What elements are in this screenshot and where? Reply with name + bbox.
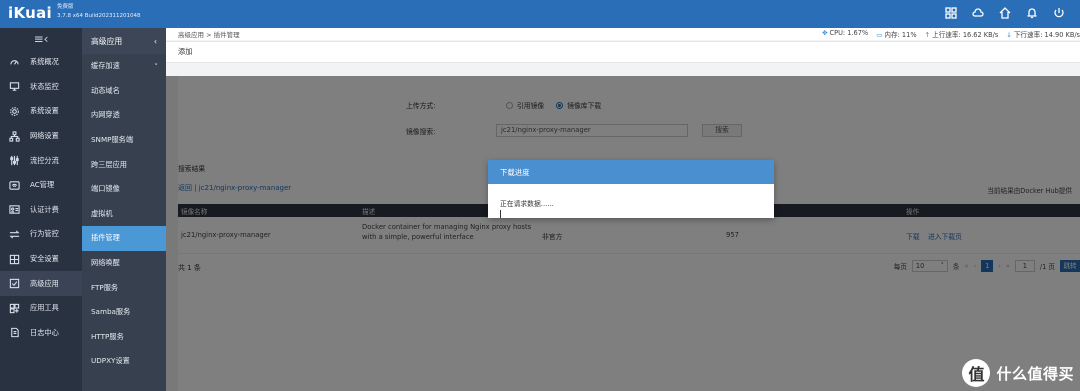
modal-overlay: [166, 76, 1080, 391]
subnav-item-7[interactable]: 插件管理: [82, 226, 166, 251]
watermark: 值 什么值得买: [962, 359, 1074, 387]
subnav-item-5[interactable]: 端口镜像: [82, 177, 166, 202]
sidebar-item-0[interactable]: 系统概况: [0, 50, 82, 75]
subnav-item-label: SNMP服务端: [91, 135, 134, 145]
sidebar-item-label: 流控分流: [30, 155, 59, 165]
subnav-item-3[interactable]: SNMP服务端: [82, 128, 166, 153]
upload-stat: 上行速率: 16.62 KB/s: [932, 31, 999, 39]
subnav-item-10[interactable]: Samba服务: [82, 300, 166, 325]
cpu-stat: CPU: 1.67%: [829, 29, 869, 37]
sidebar-item-3[interactable]: 网络设置: [0, 124, 82, 149]
subnav-item-label: FTP服务: [91, 282, 119, 292]
subnav-item-label: 动态域名: [91, 85, 120, 95]
sidebar-item-label: 网络设置: [30, 131, 59, 141]
subnav-item-label: HTTP服务: [91, 331, 124, 341]
build-label: 3.7.8 x64 Build202311201048: [57, 13, 141, 19]
app-logo: iKuai: [8, 4, 52, 22]
sub-sidebar: 高级应用 ‹ 缓存加速 ˅ 动态域名内网穿透 SNMP服务端 跨三层应用端口镜像虚拟机插…: [82, 28, 166, 391]
sidebar-item-label: 系统概况: [30, 57, 59, 67]
sidebar-item-label: 行为管控: [30, 229, 59, 239]
cloud-icon[interactable]: [971, 6, 985, 20]
subnav-item-2[interactable]: 内网穿透: [82, 103, 166, 128]
sidebar-item-label: 安全设置: [30, 254, 59, 264]
sidebar-item-label: 应用工具: [30, 303, 59, 313]
subnav-item-label: 插件管理: [91, 233, 120, 243]
subnav-item-label: 端口镜像: [91, 184, 120, 194]
sidebar-item-label: 系统设置: [30, 106, 59, 116]
sidebar-item-label: 日志中心: [30, 327, 59, 337]
chevron-down-icon: ˅: [154, 61, 158, 71]
sliders-icon: [10, 156, 19, 166]
subnav-item-label: Samba服务: [91, 307, 131, 317]
app-version: 免费版 3.7.8 x64 Build202311201048: [57, 3, 141, 21]
sidebar-item-5[interactable]: AC管理: [0, 173, 82, 198]
sidebar-item-label: 高级应用: [30, 278, 59, 288]
subnav-item-0[interactable]: 缓存加速 ˅: [82, 54, 166, 79]
tools-icon: [9, 303, 20, 313]
log-icon: [11, 328, 19, 338]
memory-icon: ▭: [876, 31, 883, 39]
wifi-icon: [9, 181, 20, 190]
sidebar-item-2[interactable]: 系统设置: [0, 99, 82, 124]
sidebar-item-8[interactable]: 安全设置: [0, 247, 82, 272]
sidebar-item-10[interactable]: 应用工具: [0, 296, 82, 321]
upload-icon: ↑: [924, 31, 931, 39]
download-icon: ↓: [1006, 31, 1012, 39]
edition-label: 免费版: [57, 4, 74, 10]
system-stats: ✥ CPU: 1.67% ▭ 内存: 11% ↑ 上行速率: 16.62 KB/s ↓…: [822, 29, 1080, 39]
power-icon[interactable]: [1052, 6, 1066, 20]
add-tab[interactable]: 添加: [166, 41, 1080, 63]
sidebar-item-9[interactable]: 高级应用: [0, 271, 82, 296]
watermark-logo-icon: 值: [962, 359, 991, 387]
menu-collapse-icon[interactable]: ≡‹: [0, 28, 82, 50]
subnav-item-4[interactable]: 跨三层应用: [82, 152, 166, 177]
subnav-item-1[interactable]: 动态域名: [82, 79, 166, 104]
sidebar-item-label: 认证计费: [30, 204, 59, 214]
subnav-title: 高级应用: [91, 36, 123, 46]
subnav-item-label: 缓存加速: [91, 61, 120, 71]
modal-message: 正在请求数据......: [500, 200, 554, 208]
memory-stat: 内存: 11%: [884, 31, 917, 39]
download-stat: 下行速率: 14.90 KB/s: [1013, 31, 1080, 39]
subnav-item-label: 内网穿透: [91, 110, 120, 120]
subnav-item-8[interactable]: 网络唤醒: [82, 251, 166, 276]
subnav-item-label: 虚拟机: [91, 208, 113, 218]
id-card-icon: [9, 205, 20, 215]
chevron-left-icon[interactable]: ‹: [154, 37, 157, 46]
arrows-icon: [9, 230, 20, 239]
sidebar-item-label: AC管理: [30, 180, 55, 190]
top-bar: iKuai 免费版 3.7.8 x64 Build202311201048: [0, 0, 1080, 28]
text-cursor: [500, 210, 501, 218]
network-icon: [9, 130, 20, 142]
subnav-item-label: 跨三层应用: [91, 159, 127, 169]
grid-icon[interactable]: [944, 6, 958, 20]
shield-icon: [9, 254, 20, 264]
sidebar-item-label: 状态监控: [30, 81, 59, 91]
subnav-item-6[interactable]: 虚拟机: [82, 202, 166, 227]
subnav-item-11[interactable]: HTTP服务: [82, 325, 166, 350]
app-icon: [9, 278, 20, 289]
home-icon[interactable]: [998, 6, 1012, 20]
sidebar-item-11[interactable]: 日志中心: [0, 321, 82, 346]
download-progress-modal: 下载进度 正在请求数据......: [488, 160, 774, 218]
sidebar-item-1[interactable]: 状态监控: [0, 75, 82, 100]
cpu-icon: ✥: [821, 29, 828, 37]
watermark-text: 什么值得买: [996, 364, 1074, 383]
sidebar-item-7[interactable]: 行为管控: [0, 222, 82, 247]
subnav-item-12[interactable]: UDPXY设置: [82, 349, 166, 374]
add-label[interactable]: 添加: [178, 47, 192, 57]
main-sidebar: ≡‹ 系统概况状态监控系统设置网络设置流控分流 AC管理认证计费行为管控安全设置高…: [0, 28, 82, 391]
bell-icon[interactable]: [1025, 6, 1039, 20]
monitor-icon: [9, 82, 20, 92]
sidebar-item-6[interactable]: 认证计费: [0, 198, 82, 223]
sidebar-item-4[interactable]: 流控分流: [0, 148, 82, 173]
subnav-item-label: UDPXY设置: [91, 356, 130, 366]
subnav-item-label: 网络唤醒: [91, 258, 120, 268]
subnav-header[interactable]: 高级应用 ‹: [82, 28, 166, 54]
subnav-item-9[interactable]: FTP服务: [82, 275, 166, 300]
modal-title: 下载进度: [488, 160, 774, 184]
gauge-icon: [10, 59, 19, 65]
gear-icon: [10, 107, 19, 116]
